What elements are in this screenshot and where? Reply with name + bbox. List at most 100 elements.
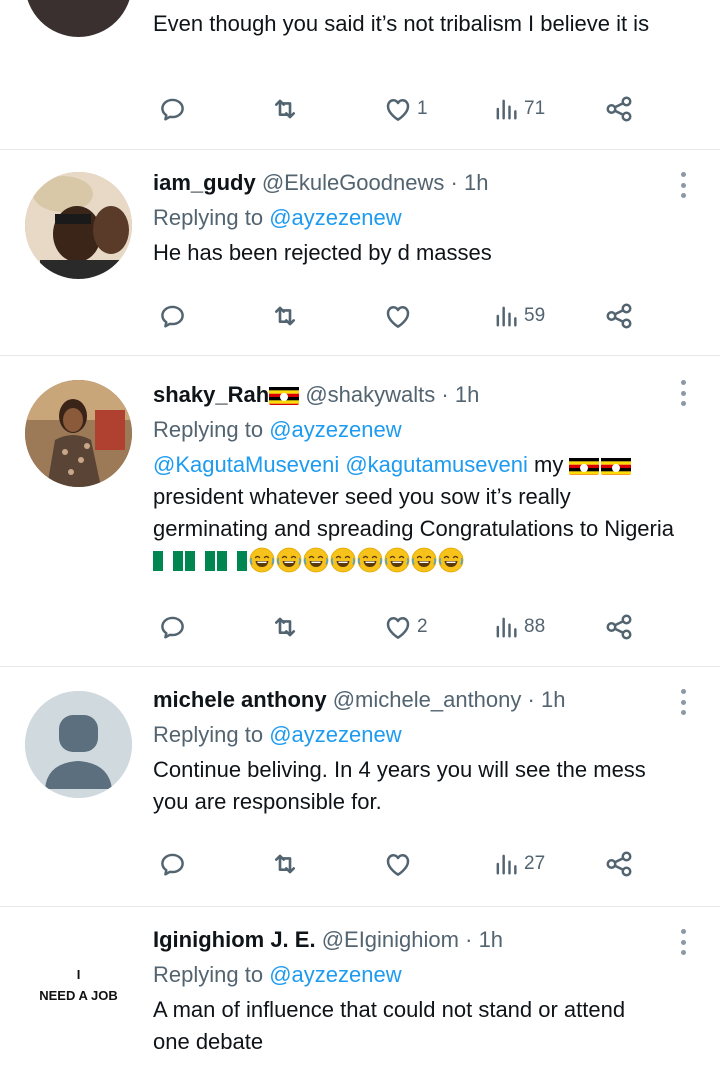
nigeria-flag-icon [217, 548, 247, 571]
display-name[interactable]: shaky_Rah [153, 382, 269, 407]
tweet-body: shaky_Rah @shakywalts · 1h Replying to @… [153, 380, 680, 577]
tweet-header: shaky_Rah @shakywalts · 1h [153, 380, 680, 410]
user-photo [25, 172, 132, 279]
user-handle[interactable]: @shakywalts [305, 382, 435, 407]
uganda-flag-icon [269, 385, 300, 405]
reply-button[interactable] [159, 844, 186, 884]
share-icon [604, 301, 634, 331]
laughing-emoji-icon [330, 547, 356, 573]
user-handle[interactable]: @EkuleGoodnews [262, 170, 445, 195]
uganda-flag-icon [569, 455, 600, 475]
reply-mention-link[interactable]: @ayzezenew [269, 417, 401, 442]
replying-to: Replying to @ayzezenew [153, 415, 680, 445]
like-count: 2 [417, 616, 428, 637]
share-button[interactable] [604, 844, 634, 884]
nigeria-flag-icon [153, 548, 183, 571]
display-name[interactable]: michele anthony [153, 687, 327, 712]
replying-to: Replying to @ayzezenew [153, 720, 680, 750]
tweet-body: Even though you said it’s not tribalism … [153, 8, 680, 40]
like-count: 1 [417, 98, 428, 119]
laughing-emoji-icon [438, 547, 464, 573]
timestamp[interactable]: 1h [541, 687, 565, 712]
tweet-actions: 27 [0, 844, 720, 884]
tweet-text: A man of influence that could not stand … [153, 997, 626, 1054]
laughing-emoji-icon [411, 547, 437, 573]
reply-icon [159, 851, 186, 878]
views-count: 71 [524, 98, 546, 119]
mention-link[interactable]: @kagutamuseveni [345, 452, 528, 477]
user-handle[interactable]: @EIginighiom [322, 927, 459, 952]
like-button[interactable] [383, 296, 417, 336]
like-icon [383, 301, 413, 331]
retweet-button[interactable] [270, 607, 300, 647]
views-count: 88 [524, 616, 546, 637]
reply-button[interactable] [159, 89, 186, 129]
replying-to: Replying to @ayzezenew [153, 203, 680, 233]
retweet-button[interactable] [270, 844, 300, 884]
like-icon [383, 849, 413, 879]
tweet-body: michele anthony @michele_anthony · 1h Re… [153, 685, 680, 818]
mention-link[interactable]: @KagutaMuseveni [153, 452, 339, 477]
laughing-emoji-icon [303, 547, 329, 573]
tweet-3[interactable]: shaky_Rah @shakywalts · 1h Replying to @… [0, 356, 720, 667]
reply-icon [159, 614, 186, 641]
replying-prefix: Replying to [153, 417, 264, 442]
views-icon [492, 850, 520, 878]
tweet-header: Iginighiom J. E. @EIginighiom · 1h [153, 925, 680, 955]
display-name[interactable]: iam_gudy [153, 170, 256, 195]
tweet-text: He has been rejected by d masses [153, 240, 492, 265]
timestamp[interactable]: 1h [464, 170, 488, 195]
nigeria-flag-icon [185, 548, 215, 571]
replying-prefix: Replying to [153, 722, 264, 747]
reply-button[interactable] [159, 296, 186, 336]
tweet-text: @KagutaMuseveni @kagutamuseveni my presi… [153, 449, 683, 577]
separator-dot: · [450, 170, 458, 195]
tweet-4[interactable]: michele anthony @michele_anthony · 1h Re… [0, 667, 720, 907]
timestamp[interactable]: 1h [455, 382, 479, 407]
avatar[interactable]: I NEED A JOB [25, 931, 132, 1038]
share-button[interactable] [604, 607, 634, 647]
reply-mention-link[interactable]: @ayzezenew [269, 722, 401, 747]
like-button[interactable]: 1 [383, 89, 428, 129]
more-icon[interactable] [680, 929, 686, 955]
display-name[interactable]: Iginighiom J. E. [153, 927, 316, 952]
more-icon[interactable] [680, 380, 686, 406]
views-icon [492, 302, 520, 330]
more-icon[interactable] [680, 689, 686, 715]
tweet-body: Iginighiom J. E. @EIginighiom · 1h Reply… [153, 925, 680, 1058]
timestamp[interactable]: 1h [479, 927, 503, 952]
retweet-icon [270, 612, 300, 642]
reply-icon [159, 96, 186, 123]
like-button[interactable]: 2 [383, 607, 428, 647]
retweet-button[interactable] [270, 89, 300, 129]
views-button[interactable]: 71 [492, 89, 545, 129]
reply-button[interactable] [159, 607, 186, 647]
replying-prefix: Replying to [153, 205, 264, 230]
tweet-1[interactable]: Even though you said it’s not tribalism … [0, 0, 720, 150]
more-icon[interactable] [680, 172, 686, 198]
replying-prefix: Replying to [153, 962, 264, 987]
avatar[interactable] [25, 0, 132, 37]
user-handle[interactable]: @michele_anthony [333, 687, 522, 712]
laughing-emoji-icon [276, 547, 302, 573]
like-button[interactable] [383, 844, 417, 884]
separator-dot: · [527, 687, 535, 712]
avatar[interactable] [25, 691, 132, 798]
avatar[interactable] [25, 380, 132, 487]
reply-mention-link[interactable]: @ayzezenew [269, 205, 401, 230]
views-button[interactable]: 27 [492, 844, 545, 884]
views-button[interactable]: 88 [492, 607, 545, 647]
reply-mention-link[interactable]: @ayzezenew [269, 962, 401, 987]
tweet-5[interactable]: I NEED A JOB Iginighiom J. E. @EIginighi… [0, 907, 720, 1075]
retweet-button[interactable] [270, 296, 300, 336]
laughing-emoji-icon [357, 547, 383, 573]
views-button[interactable]: 59 [492, 296, 545, 336]
avatar[interactable] [25, 172, 132, 279]
tweet-2[interactable]: iam_gudy @EkuleGoodnews · 1h Replying to… [0, 150, 720, 356]
reply-icon [159, 303, 186, 330]
avatar-text: NEED A JOB [39, 987, 118, 1003]
share-icon [604, 94, 634, 124]
share-button[interactable] [604, 89, 634, 129]
share-button[interactable] [604, 296, 634, 336]
views-count: 27 [524, 853, 546, 874]
